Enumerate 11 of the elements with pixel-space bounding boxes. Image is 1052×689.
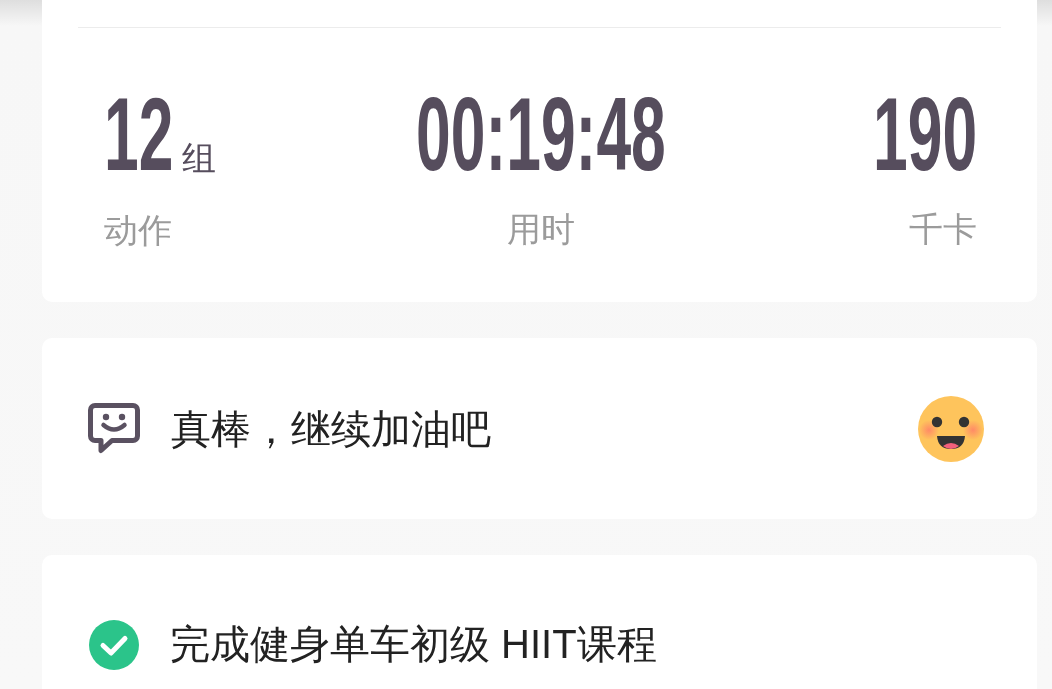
stat-label: 千卡 (909, 209, 977, 249)
task-text: 完成健身单车初级 HIIT课程 (170, 621, 657, 668)
chat-smile-icon (88, 403, 140, 454)
smiling-face-icon (918, 395, 984, 462)
stat-value: 00:19:48 (415, 95, 666, 173)
stat-label: 用时 (506, 209, 575, 249)
stat-label: 动作 (104, 210, 172, 250)
stat-value: 190 (872, 95, 978, 173)
stat-value: 12 (104, 95, 174, 173)
message-text: 真棒，继续加油吧 (171, 405, 491, 453)
stat-unit: 组 (182, 138, 217, 178)
